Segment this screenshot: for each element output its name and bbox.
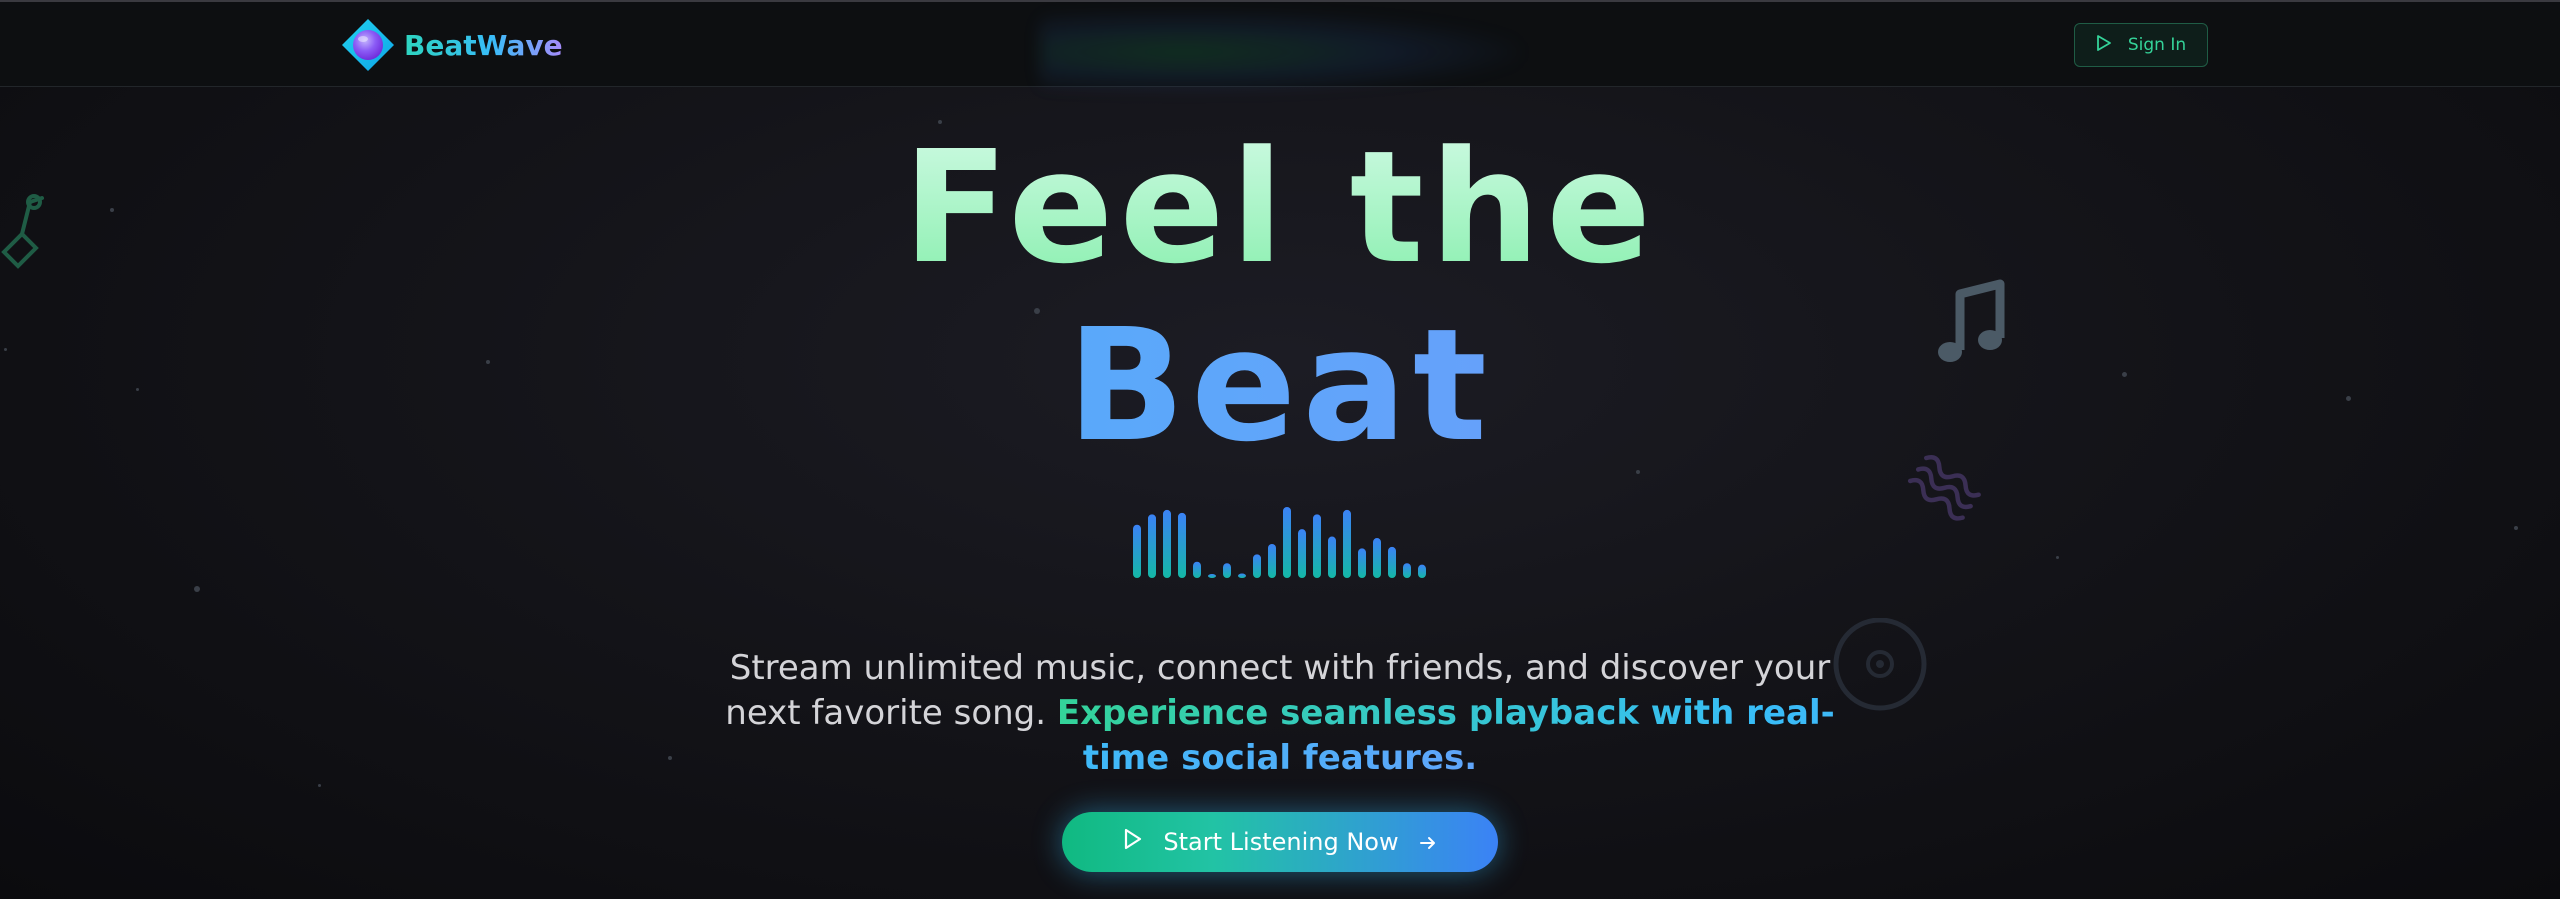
equalizer-bar [1148,514,1156,578]
equalizer-bar [1313,514,1321,578]
particle [2056,556,2059,559]
equalizer-bar [1238,573,1246,578]
equalizer-bar [1298,529,1306,578]
start-listening-label: Start Listening Now [1163,828,1399,856]
equalizer-bar [1253,554,1261,578]
nav-glow [1040,12,1520,92]
equalizer-bar [1403,563,1411,578]
equalizer-bar [1283,506,1291,578]
equalizer-bar [1328,536,1336,578]
navbar: BeatWave Sign In [0,2,2560,92]
equalizer-bar [1268,543,1276,578]
brand-name: BeatWave [404,28,563,62]
equalizer-bar [1418,564,1426,578]
particle [2514,526,2518,530]
equalizer-bar [1208,574,1216,578]
particle [318,784,321,787]
equalizer-visualizer [1133,506,1426,578]
sign-in-label: Sign In [2127,35,2187,55]
sign-in-button[interactable]: Sign In [2074,23,2208,67]
play-icon [1123,828,1143,856]
beatwave-logo-icon [340,17,396,73]
equalizer-bar [1133,524,1141,578]
subtitle-highlight: Experience seamless playback with real-t… [1056,693,1835,778]
brand[interactable]: BeatWave [340,18,563,72]
start-listening-button[interactable]: Start Listening Now [1062,812,1498,872]
hero-subtitle: Stream unlimited music, connect with fri… [720,646,1840,781]
hero-title-line2: Beat [0,296,2560,476]
particle [668,756,672,760]
equalizer-bar [1373,538,1381,578]
equalizer-bar [1343,509,1351,578]
particle [194,586,200,592]
equalizer-bar [1358,548,1366,578]
arrow-right-icon [1419,828,1437,856]
vinyl-record-icon [1830,617,1930,722]
equalizer-bar [1163,509,1171,578]
equalizer-bar [1388,546,1396,578]
equalizer-bar [1193,561,1201,578]
equalizer-bar [1178,512,1186,578]
equalizer-bar [1223,563,1231,578]
hero-title-line1: Feel the [0,118,2560,298]
play-icon [2096,34,2112,57]
